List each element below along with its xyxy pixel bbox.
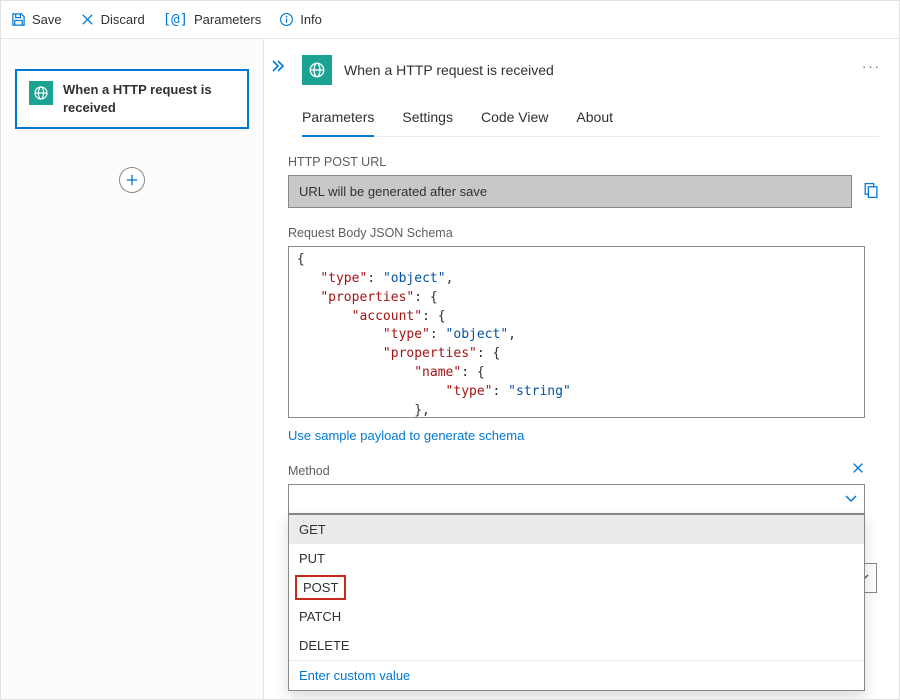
tab-settings[interactable]: Settings (402, 103, 453, 136)
parameters-icon: [@] (163, 12, 188, 28)
parameters-button[interactable]: [@] Parameters (163, 12, 262, 28)
panel-title: When a HTTP request is received (344, 62, 554, 78)
method-custom-value[interactable]: Enter custom value (289, 660, 864, 690)
trigger-card[interactable]: When a HTTP request is received (15, 69, 249, 129)
schema-textarea[interactable]: { "type": "object", "properties": { "acc… (288, 246, 865, 418)
collapse-panel-button[interactable] (270, 59, 286, 76)
copy-url-button[interactable] (862, 182, 879, 202)
method-dropdown[interactable] (288, 484, 865, 514)
tab-code-view[interactable]: Code View (481, 103, 548, 136)
app-root: Save Discard [@] Parameters Info (0, 0, 900, 700)
add-step-container (15, 167, 249, 193)
url-label: HTTP POST URL (288, 155, 879, 169)
http-panel-icon (302, 55, 332, 85)
schema-label: Request Body JSON Schema (288, 226, 865, 240)
discard-label: Discard (101, 12, 145, 27)
panel-tabs: Parameters Settings Code View About (302, 103, 879, 137)
panel-more-button[interactable]: ··· (862, 59, 881, 74)
parameters-label: Parameters (194, 12, 261, 27)
http-trigger-icon (29, 81, 53, 105)
trigger-card-title: When a HTTP request is received (63, 81, 235, 117)
info-icon (279, 12, 294, 27)
close-icon (851, 461, 865, 475)
method-option-post[interactable]: POST (295, 575, 346, 600)
tab-parameters[interactable]: Parameters (302, 103, 374, 137)
panel-header: When a HTTP request is received (302, 55, 879, 85)
chevron-down-icon (844, 492, 858, 507)
add-step-button[interactable] (119, 167, 145, 193)
save-icon (11, 12, 26, 27)
top-toolbar: Save Discard [@] Parameters Info (1, 1, 899, 39)
method-label: Method (288, 464, 330, 478)
info-button[interactable]: Info (279, 12, 322, 27)
save-button[interactable]: Save (11, 12, 62, 27)
discard-button[interactable]: Discard (80, 12, 145, 27)
chevrons-right-icon (270, 59, 286, 73)
details-panel: ··· When a HTTP request is received Para… (264, 39, 899, 699)
method-option-put[interactable]: PUT (289, 544, 864, 573)
method-remove-button[interactable] (851, 461, 865, 480)
section-schema: Request Body JSON Schema { "type": "obje… (288, 226, 865, 443)
save-label: Save (32, 12, 62, 27)
method-option-delete[interactable]: DELETE (289, 631, 864, 660)
section-url: HTTP POST URL URL will be generated afte… (288, 155, 879, 208)
designer-canvas: When a HTTP request is received (1, 39, 264, 699)
method-dropdown-list: GET PUT POST PATCH DELETE Enter custom v… (288, 514, 865, 691)
discard-icon (80, 12, 95, 27)
plus-icon (125, 173, 139, 187)
body-split: When a HTTP request is received ··· When… (1, 39, 899, 699)
tab-about[interactable]: About (576, 103, 613, 136)
method-option-get[interactable]: GET (289, 515, 864, 544)
section-method: Method GET PUT POST PATCH DELETE E (288, 461, 865, 691)
method-option-patch[interactable]: PATCH (289, 602, 864, 631)
info-label: Info (300, 12, 322, 27)
sample-payload-link[interactable]: Use sample payload to generate schema (288, 428, 524, 443)
copy-icon (862, 182, 879, 199)
url-value-box: URL will be generated after save (288, 175, 852, 208)
